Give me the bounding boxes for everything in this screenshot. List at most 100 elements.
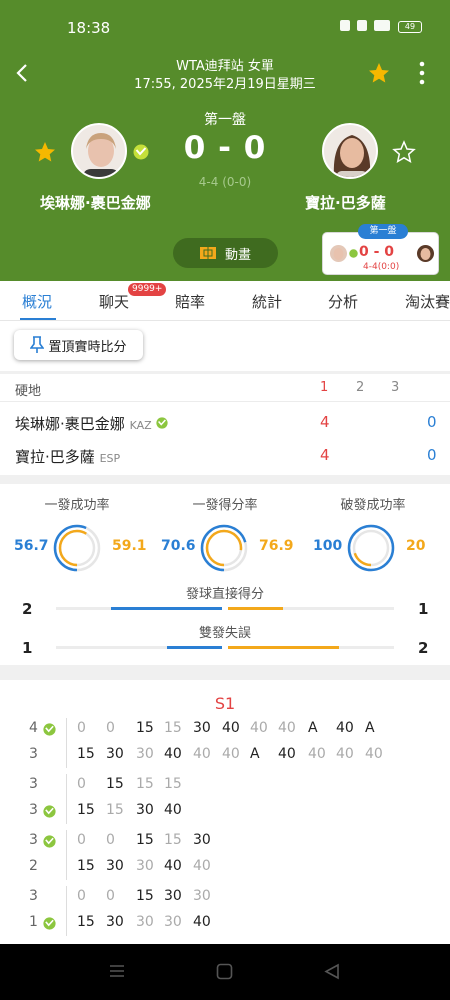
stat-ring2-left: 70.6 [161,538,196,554]
pin-row: 置頂實時比分 [0,321,450,371]
pin-label: 置頂實時比分 [48,339,127,355]
pbp-point: A [365,720,375,736]
aces-bar-left-track [56,607,222,610]
stat-title-aces: 發球直接得分 [185,587,264,602]
match-header: 18:38 49 WTA迪拜站 女單 17:55, 2025年2月19日星期三 … [0,0,450,281]
pbp-point: 40 [164,858,182,874]
pbp-point: 15 [77,858,95,874]
pbp-point: 0 [77,832,86,848]
pin-icon [30,336,45,353]
player1-name[interactable]: 埃琳娜·裹巴金娜 [40,192,151,213]
pbp-row: 3 0 0 15 30 30 [0,888,450,910]
set-header-1: 1 [320,380,329,395]
tab-analysis[interactable]: 分析 [328,291,358,312]
player2-name[interactable]: 寶拉·巴多薩 [305,192,386,213]
scorecard-player1-country: KAZ [129,419,152,432]
pbp-point: 15 [164,720,182,736]
pbp-point: 30 [164,888,182,904]
status-icons [340,20,390,31]
pbp-point: 30 [136,858,154,874]
recents-icon[interactable] [109,964,125,978]
divider [0,401,450,402]
mute-icon [340,20,350,31]
aces-bar-right-track [228,607,394,610]
pbp-point: 15 [164,832,182,848]
pbp-point: A [308,720,318,736]
pbp-point: 40 [222,746,240,762]
player1-set1-score: 4 [320,413,330,431]
signal-icon [374,20,390,31]
stat-ring3-right: 20 [406,538,426,554]
set-label-s1: S1 [214,694,236,713]
stat-ring3-left: 100 [313,538,343,554]
set-header-3: 3 [391,380,400,395]
player1-favorite-star-icon[interactable] [33,140,57,164]
mini-player2-avatar [417,245,434,262]
pbp-point: 40 [336,746,354,762]
pbp-point: 40 [308,746,326,762]
pbp-point: 15 [106,776,124,792]
pin-live-score-button[interactable]: 置頂實時比分 [14,330,143,360]
pbp-point: 0 [106,832,115,848]
aces-right: 1 [418,600,429,618]
pbp-row: 1 15 30 30 30 40 [0,914,450,936]
tab-knockout[interactable]: 淘汰賽 [405,291,450,312]
serving-ball-icon [43,835,56,848]
back-nav-icon[interactable] [324,963,340,980]
double-faults-bar-left-track [56,646,222,649]
pbp-game-score: 2 [29,858,38,874]
tab-bar: 概況 聊天 賠率 統計 分析 淘汰賽 [0,281,450,321]
stat-ring-first-serve-in [53,524,101,572]
tab-stats[interactable]: 統計 [252,291,282,312]
favorite-star-icon[interactable] [367,61,391,85]
stat-ring-first-serve-won [200,524,248,572]
player2-set1-score: 4 [320,446,330,464]
stat-title-break-conversion: 破發成功率 [340,498,406,513]
tab-chat[interactable]: 聊天 [99,291,129,312]
player1-avatar[interactable] [71,123,127,179]
pbp-point: 30 [193,888,211,904]
scorecard-player2-name: 寶拉·巴多薩 [15,448,95,466]
player2-favorite-star-icon[interactable] [392,140,416,164]
pbp-game-score: 3 [29,746,38,762]
double-faults-bar-right-track [228,646,394,649]
more-menu-icon[interactable] [414,60,430,86]
scorecard-player2: 寶拉·巴多薩 ESP [15,446,120,467]
pbp-point: 40 [164,746,182,762]
animation-button[interactable]: 動畫 [173,238,278,268]
pbp-point: 30 [136,746,154,762]
stat-ring1-right: 59.1 [112,538,147,554]
home-icon[interactable] [216,963,233,980]
pbp-point: 40 [193,858,211,874]
animation-label: 動畫 [224,247,251,263]
set-header-2: 2 [356,380,365,395]
chat-badge: 9999+ [128,283,167,296]
scorecard-player1: 埃琳娜·裹巴金娜 KAZ [15,413,169,434]
tab-overview[interactable]: 概況 [22,291,52,312]
pbp-point: 30 [164,914,182,930]
pbp-row: 4 0 0 15 15 30 40 40 40 A 40 A [0,720,450,742]
set-label: 第一盤 [204,112,246,128]
pbp-point: 15 [136,720,154,736]
pbp-point: 0 [77,888,86,904]
wifi-icon [357,20,367,31]
scorecard: 硬地 1 2 3 埃琳娜·裹巴金娜 KAZ 4 0 寶拉·巴多薩 ESP 4 0 [0,374,450,475]
aces-bar-right [228,607,284,610]
pbp-point: 0 [106,720,115,736]
stat-ring2-right: 76.9 [259,538,294,554]
mini-set-tag: 第一盤 [358,224,408,239]
stat-ring-break-conversion [347,524,395,572]
pbp-game-score: 1 [29,914,38,930]
tab-odds[interactable]: 賠率 [175,291,205,312]
stat-title-first-serve-in: 一發成功率 [44,498,110,513]
pbp-row: 3 0 15 15 15 [0,776,450,798]
pbp-point: 0 [77,720,86,736]
player2-avatar[interactable] [322,123,378,179]
pbp-point: 30 [106,914,124,930]
pbp-divider [66,830,67,880]
pbp-point: A [250,746,260,762]
court-icon [199,247,216,259]
mini-scoreboard[interactable]: 第一盤 0 - 0 4-4(0:0) [322,224,439,275]
stat-ring1-left: 56.7 [14,538,49,554]
pbp-divider [66,718,67,768]
